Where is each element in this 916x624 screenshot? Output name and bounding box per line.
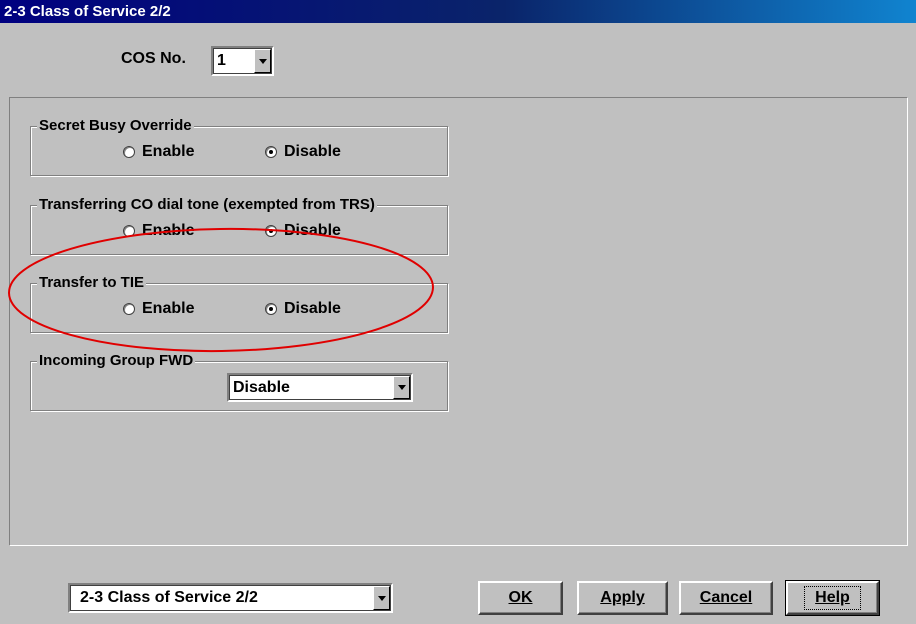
radio-label: Enable xyxy=(142,143,195,160)
radio-on-icon xyxy=(265,146,277,158)
transferring-co-disable-radio[interactable]: Disable xyxy=(265,222,341,240)
incoming-group-fwd-dropdown-button[interactable] xyxy=(393,376,410,399)
incoming-group-fwd-select[interactable]: Disable xyxy=(227,373,413,402)
group-transfer-to-tie: Transfer to TIE Enable Disable xyxy=(30,274,448,333)
radio-on-icon xyxy=(265,303,277,315)
group-incoming-group-fwd: Incoming Group FWD Disable xyxy=(30,352,448,411)
page-select-dropdown-button[interactable] xyxy=(373,586,390,610)
radio-label: Disable xyxy=(284,300,341,317)
apply-button[interactable]: Apply xyxy=(577,581,668,615)
radio-label: Enable xyxy=(142,222,195,239)
group-secret-busy-override: Secret Busy Override Enable Disable xyxy=(30,117,448,176)
radio-label: Enable xyxy=(142,300,195,317)
radio-off-icon xyxy=(123,146,135,158)
radio-label: Disable xyxy=(284,143,341,160)
transferring-co-enable-radio[interactable]: Enable xyxy=(123,222,194,240)
chevron-down-icon xyxy=(397,385,406,390)
page-select-value: 2-3 Class of Service 2/2 xyxy=(80,589,258,606)
transfer-to-tie-disable-radio[interactable]: Disable xyxy=(265,300,341,318)
chevron-down-icon xyxy=(377,595,386,601)
cos-dropdown-button[interactable] xyxy=(254,49,271,73)
secret-busy-disable-radio[interactable]: Disable xyxy=(265,143,341,161)
radio-off-icon xyxy=(123,303,135,315)
settings-panel: Secret Busy Override Enable Disable Tran… xyxy=(9,97,908,546)
group-title: Secret Busy Override xyxy=(37,117,194,135)
cos-number-select[interactable]: 1 xyxy=(211,46,274,76)
page-select[interactable]: 2-3 Class of Service 2/2 xyxy=(68,583,393,613)
cos-number-value: 1 xyxy=(217,52,226,69)
window-title: 2-3 Class of Service 2/2 xyxy=(0,0,916,23)
dialog-window: 2-3 Class of Service 2/2 COS No. 1 Secre… xyxy=(0,0,916,624)
cos-label: COS No. xyxy=(121,50,186,67)
radio-label: Disable xyxy=(284,222,341,239)
group-title: Incoming Group FWD xyxy=(37,352,196,370)
secret-busy-enable-radio[interactable]: Enable xyxy=(123,143,194,161)
chevron-down-icon xyxy=(258,58,267,64)
ok-button[interactable]: OK xyxy=(478,581,563,615)
transfer-to-tie-enable-radio[interactable]: Enable xyxy=(123,300,194,318)
group-transferring-co-dial-tone: Transferring CO dial tone (exempted from… xyxy=(30,196,448,255)
help-button[interactable]: Help xyxy=(785,580,880,616)
cancel-button[interactable]: Cancel xyxy=(679,581,773,615)
group-title: Transferring CO dial tone (exempted from… xyxy=(37,196,377,214)
incoming-group-fwd-value: Disable xyxy=(233,378,290,396)
radio-on-icon xyxy=(265,225,277,237)
radio-off-icon xyxy=(123,225,135,237)
help-button-label: Help xyxy=(804,586,861,610)
group-title: Transfer to TIE xyxy=(37,274,147,292)
